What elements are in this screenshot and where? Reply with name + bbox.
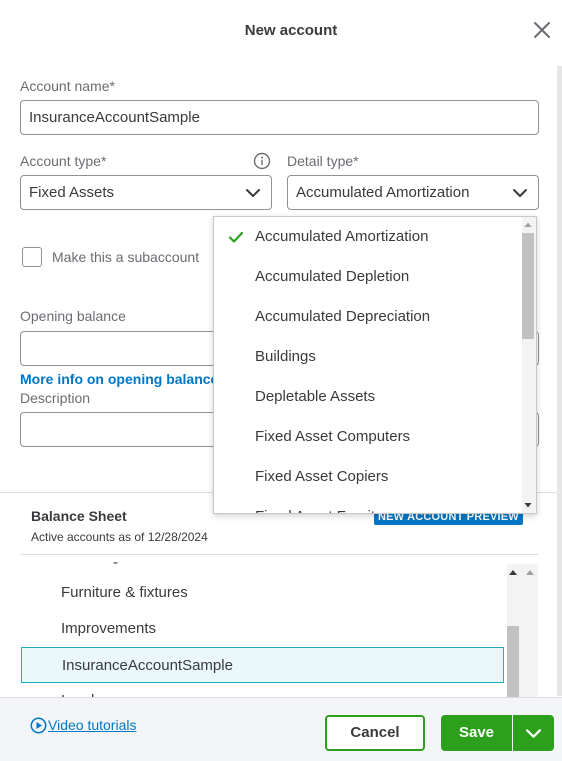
balance-sheet-list: - Furniture & fixtures Improvements Insu… <box>21 555 507 697</box>
dialog-title: New account <box>244 22 338 39</box>
subaccount-label: Make this a subaccount <box>52 249 200 265</box>
detail-type-select[interactable]: Accumulated Amortization <box>287 175 539 210</box>
list-item: Improvements <box>61 620 157 637</box>
list-item: Furniture & fixtures <box>61 584 188 601</box>
chevron-down-icon <box>525 729 542 738</box>
scrollbar-thumb[interactable] <box>507 626 519 697</box>
scrollbar-thumb[interactable] <box>522 233 534 339</box>
checkmark-icon <box>228 231 244 243</box>
save-button[interactable]: Save <box>441 715 512 751</box>
play-circle-icon <box>30 717 47 734</box>
dialog-footer: Video tutorials Cancel Save <box>0 697 562 761</box>
account-type-value: Fixed Assets <box>29 184 115 201</box>
video-tutorials-label: Video tutorials <box>48 717 137 733</box>
video-tutorials-link[interactable]: Video tutorials <box>30 717 137 734</box>
cancel-button[interactable]: Cancel <box>325 715 425 751</box>
description-label: Description <box>20 390 91 406</box>
save-options-button[interactable] <box>513 715 554 751</box>
scroll-down-arrow-icon[interactable] <box>524 502 532 509</box>
dropdown-scrollbar[interactable] <box>522 217 536 513</box>
balance-sheet-title: Balance Sheet <box>31 508 127 524</box>
dropdown-option-fixed-asset-computers[interactable]: Fixed Asset Computers <box>214 417 522 457</box>
dropdown-option-accumulated-amortization[interactable]: Accumulated Amortization <box>214 217 522 257</box>
opening-balance-info-link[interactable]: More info on opening balance <box>20 371 218 387</box>
account-name-input[interactable]: InsuranceAccountSample <box>20 100 539 135</box>
dropdown-option-accumulated-depreciation[interactable]: Accumulated Depreciation <box>214 297 522 337</box>
dropdown-option-buildings[interactable]: Buildings <box>214 337 522 377</box>
dropdown-option-fixed-asset-furniture[interactable]: Fixed Asset Furniture <box>214 497 522 513</box>
dropdown-option-depletable-assets[interactable]: Depletable Assets <box>214 377 522 417</box>
balance-sheet-subtitle: Active accounts as of 12/28/2024 <box>31 530 208 544</box>
list-item-selected: InsuranceAccountSample <box>21 647 504 683</box>
dropdown-option-label: Accumulated Amortization <box>255 228 429 245</box>
subaccount-checkbox[interactable] <box>22 247 42 267</box>
new-account-panel: New account Account name* InsuranceAccou… <box>0 0 562 761</box>
account-type-label: Account type* <box>20 153 107 169</box>
account-type-select[interactable]: Fixed Assets <box>20 175 272 210</box>
dropdown-option-fixed-asset-copiers[interactable]: Fixed Asset Copiers <box>214 457 522 497</box>
account-name-label: Account name* <box>20 78 115 94</box>
scroll-up-arrow-icon[interactable] <box>508 568 518 576</box>
chevron-down-icon <box>513 189 527 197</box>
info-icon[interactable] <box>253 152 271 170</box>
panel-scrollbar[interactable] <box>557 66 562 696</box>
chevron-down-icon <box>246 189 260 197</box>
list-item: Land <box>21 683 507 697</box>
close-icon[interactable] <box>532 20 552 40</box>
dropdown-option-accumulated-depletion[interactable]: Accumulated Depletion <box>214 257 522 297</box>
opening-balance-label: Opening balance <box>20 308 126 324</box>
balance-sheet-scrollbar[interactable] <box>507 564 538 697</box>
detail-type-value: Accumulated Amortization <box>296 184 470 201</box>
scroll-up-arrow-icon[interactable] <box>525 568 535 576</box>
scroll-up-arrow-icon[interactable] <box>524 221 532 228</box>
detail-type-dropdown: Accumulated Amortization Accumulated Dep… <box>213 216 537 514</box>
detail-type-label: Detail type* <box>287 153 359 169</box>
